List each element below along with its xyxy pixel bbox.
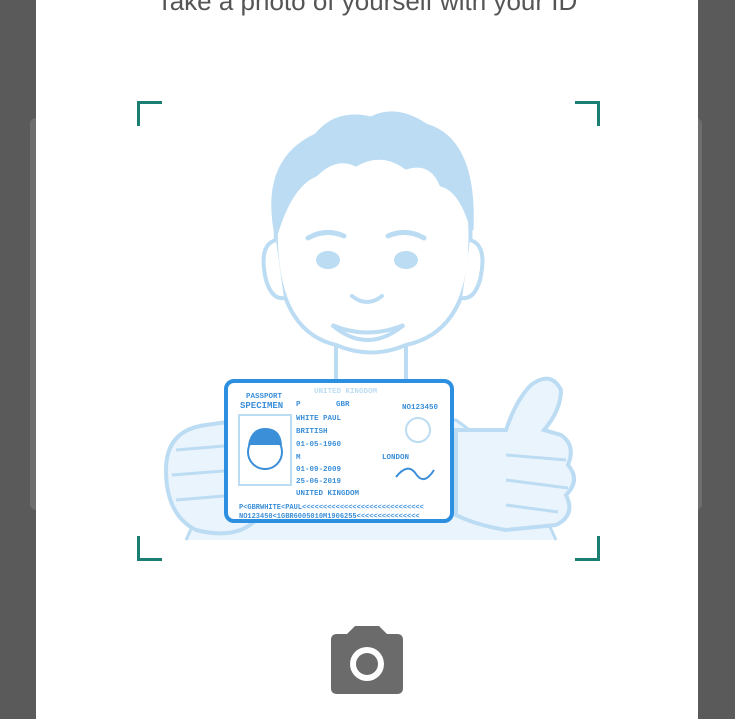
passport-authority: UNITED KINGDOM (296, 490, 360, 498)
passport-place-of-birth: LONDON (382, 454, 409, 462)
passport-dob: 01-05-1960 (296, 441, 342, 449)
passport-specimen: SPECIMEN (240, 401, 283, 411)
hair (271, 111, 474, 236)
passport-header: PASSPORT (246, 393, 283, 401)
passport-nationality: BRITISH (296, 428, 328, 436)
passport-code: GBR (336, 401, 350, 409)
frame-corner-bottom-right-icon (575, 536, 600, 561)
photo-capture-modal: Take a photo of yourself with your ID PA… (36, 0, 698, 719)
right-eye (394, 251, 418, 269)
take-photo-button[interactable] (327, 624, 407, 696)
frame-corner-top-right-icon (575, 101, 600, 126)
camera-icon (331, 626, 403, 694)
passport-mrz-line2: NO123450<1GBR6005010M1906255<<<<<<<<<<<<… (239, 513, 420, 521)
passport-country: UNITED KINGDOM (314, 388, 378, 396)
passport-mrz-line1: P<GBRWHITE<PAUL<<<<<<<<<<<<<<<<<<<<<<<<<… (239, 504, 424, 512)
frame-corner-top-left-icon (137, 101, 162, 126)
passport-issue-date: 01-09-2009 (296, 466, 342, 474)
frame-corner-bottom-left-icon (137, 536, 162, 561)
left-eye (316, 251, 340, 269)
passport-expiry-date: 25-06-2019 (296, 478, 342, 486)
passport-sex: M (296, 454, 301, 462)
passport-doc-no: NO123450 (402, 404, 439, 412)
passport-name: WHITE PAUL (296, 415, 342, 423)
passport-type: P (296, 401, 301, 409)
